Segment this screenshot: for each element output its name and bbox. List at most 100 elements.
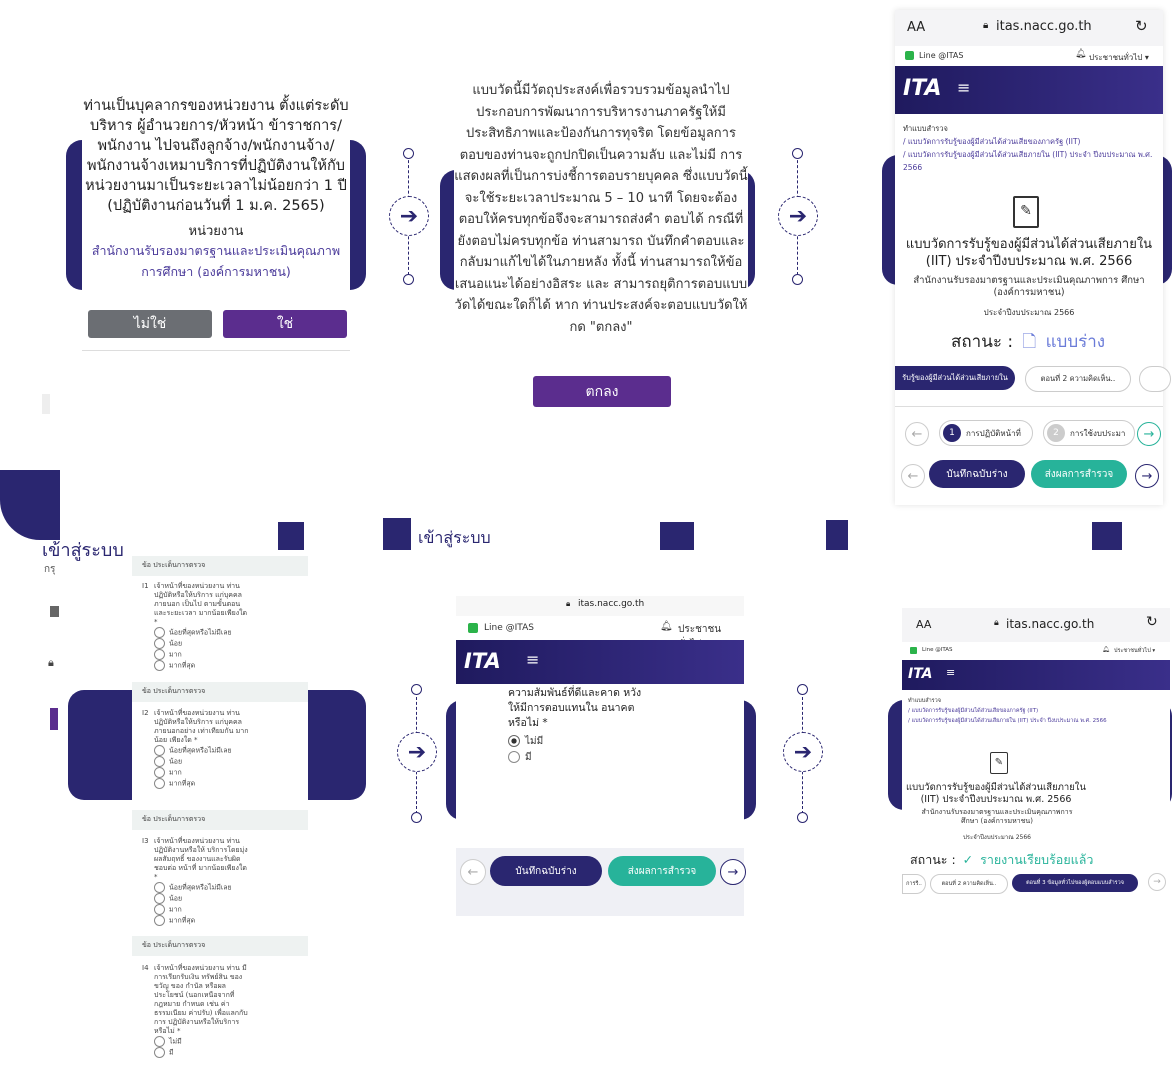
breadcrumb-root[interactable]: ทำแบบสำรวจ [908, 696, 1158, 706]
breadcrumb: ทำแบบสำรวจ / แบบวัดการรับรู้ของผู้มีส่วน… [908, 696, 1158, 726]
connector-dot [403, 148, 414, 159]
tab-part1[interactable]: รับรู้ของผู้มีส่วนได้ส่วนเสียภายใน [895, 366, 1015, 390]
tab-part3[interactable]: ตอนที่ 3 ข้อมูลทั่วไปของผู้ตอบแบบสำรวจ [1012, 874, 1138, 892]
itas-logo: ITA [908, 666, 933, 682]
divider [895, 406, 1163, 407]
no-button[interactable]: ไม่ใช่ [88, 310, 212, 338]
text-size-button[interactable]: AA [907, 20, 925, 35]
survey-phone-3: AA 🔒︎ itas.nacc.go.th ↻ Line @ITAS 🔔︎ ปร… [902, 608, 1170, 904]
menu-icon[interactable]: ≡ [946, 666, 955, 679]
back-button[interactable]: ← [901, 464, 925, 488]
url-field[interactable]: itas.nacc.go.th [578, 599, 644, 609]
login-heading-mid: เข้าสู่ระบบ [418, 528, 491, 547]
submit-button[interactable]: ส่งผลการสำรวจ [1031, 460, 1127, 488]
next-arrow-icon: ➔ [397, 732, 437, 772]
question-item: I2 เจ้าหน้าที่ของหน่วยงาน ท่าน ปฏิบัติหร… [142, 709, 252, 789]
login-button-edge[interactable] [50, 708, 58, 730]
option-none[interactable]: ไม่มี [508, 734, 543, 749]
question-item: I3 เจ้าหน้าที่ของหน่วยงาน ท่าน ปฏิบัติงา… [142, 837, 252, 926]
survey-fy: ประจำปีงบประมาณ 2566 [962, 834, 1031, 841]
text-size-button[interactable]: AA [916, 618, 931, 631]
q-header: ข้อ ประเด็นการตรวจ [132, 556, 308, 576]
bg-block [383, 518, 411, 550]
line-link[interactable]: Line @ITAS [922, 647, 953, 653]
menu-icon[interactable]: ≡ [957, 78, 970, 97]
connector-dot [403, 274, 414, 285]
itas-header: ITA ≡ [895, 66, 1163, 114]
reload-icon[interactable]: ↻ [1135, 17, 1148, 35]
q-number: I4 [142, 964, 149, 972]
status-row: สถานะ : ✓ รายงานเรียบร้อยแล้ว [910, 850, 1093, 870]
q-option[interactable]: มากที่สุด [154, 915, 252, 926]
q-option[interactable]: มากที่สุด [154, 660, 252, 671]
agency-name: สำนักงานรับรองมาตรฐานและประเมินคุณภาพ กา… [91, 243, 341, 279]
survey-phone-2: 🔒︎ itas.nacc.go.th Line @ITAS 🔔︎ ประชาชน… [456, 596, 746, 916]
breadcrumb-item[interactable]: / แบบวัดการรับรู้ของผู้มีส่วนได้ส่วนเสีย… [908, 716, 1158, 726]
status-value: รายงานเรียบร้อยแล้ว [980, 852, 1094, 867]
q-option[interactable]: น้อย [154, 638, 252, 649]
breadcrumb-item[interactable]: / แบบวัดการรับรู้ของผู้มีส่วนได้ส่วนเสีย… [903, 135, 1158, 148]
tab-part3[interactable] [1139, 366, 1171, 392]
itas-logo: ITA [464, 649, 501, 673]
public-menu[interactable]: ประชาชนทั่วไป ▾ [1114, 647, 1155, 655]
forward-button[interactable]: → [720, 859, 746, 885]
forward-button[interactable]: → [1135, 464, 1159, 488]
q-option[interactable]: มากที่สุด [154, 778, 252, 789]
q-text: ความสัมพันธ์ที่ดีและคาด หวังให้มีการตอบแ… [508, 687, 642, 729]
tab-part1[interactable]: การรี.. [902, 874, 926, 894]
connector-dot [792, 274, 803, 285]
step-performance[interactable]: 1 การปฏิบัติหน้าที่ [939, 420, 1033, 446]
login-hint: กรุ [44, 564, 56, 575]
option-yes[interactable]: มี [508, 750, 532, 765]
line-bar: Line @ITAS 🔔︎ ประชาชนทั่วไป ▾ [895, 46, 1163, 66]
breadcrumb-item[interactable]: / แบบวัดการรับรู้ของผู้มีส่วนได้ส่วนเสีย… [903, 148, 1158, 174]
ok-button[interactable]: ตกลง [533, 376, 671, 407]
submit-button[interactable]: ส่งผลการสำรวจ [608, 856, 716, 886]
url-field[interactable]: itas.nacc.go.th [1006, 617, 1094, 631]
q-option[interactable]: มาก [154, 904, 252, 915]
agency-label: หน่วยงาน [188, 224, 244, 239]
step-budget[interactable]: 2 การใช้งบประมา [1043, 420, 1135, 446]
url-field[interactable]: itas.nacc.go.th [996, 19, 1092, 34]
yes-button[interactable]: ใช่ [223, 310, 347, 338]
lock-icon: 🔒︎ [994, 618, 999, 628]
q-text: เจ้าหน้าที่ของหน่วยงาน ท่าน ปฏิบัติหรือใ… [154, 709, 249, 744]
next-step-button[interactable]: → [1137, 422, 1161, 446]
q-header: ข้อ ประเด็นการตรวจ [132, 936, 308, 956]
q-option[interactable]: น้อย [154, 893, 252, 904]
breadcrumb-root[interactable]: ทำแบบสำรวจ [903, 122, 1158, 135]
line-icon [468, 623, 478, 633]
q-option[interactable]: น้อย [154, 756, 252, 767]
tab-part2[interactable]: ตอนที่ 2 ความคิดเห็น.. [930, 874, 1008, 894]
q-option[interactable]: มาก [154, 649, 252, 660]
next-arrow-icon: ➔ [778, 196, 818, 236]
q-option[interactable]: ไม่มี [154, 1036, 252, 1047]
public-menu[interactable]: ประชาชนทั่วไป ▾ [1089, 51, 1149, 64]
user-icon [50, 606, 59, 617]
q-option[interactable]: น้อยที่สุดหรือไม่มีเลย [154, 882, 252, 893]
back-button[interactable]: ← [460, 859, 486, 885]
browser-bar: AA 🔒︎ itas.nacc.go.th ↻ [895, 10, 1163, 46]
line-link[interactable]: Line @ITAS [919, 51, 963, 60]
lock-icon: 🔒︎ [566, 599, 571, 608]
bell-icon: 🔔︎ [660, 621, 673, 632]
eligibility-panel: ท่านเป็นบุคลากรของหน่วยงาน ตั้งแต่ระดับ … [82, 88, 350, 351]
login-heading-left: เข้าสู่ระบบ [42, 540, 124, 561]
q-option[interactable]: น้อยที่สุดหรือไม่มีเลย [154, 745, 252, 756]
reload-icon[interactable]: ↻ [1146, 614, 1158, 630]
q-option[interactable]: น้อยที่สุดหรือไม่มีเลย [154, 627, 252, 638]
breadcrumb-item[interactable]: / แบบวัดการรับรู้ของผู้มีส่วนได้ส่วนเสีย… [908, 706, 1158, 716]
q-option[interactable]: มาก [154, 767, 252, 778]
itas-logo: ITA [903, 76, 942, 101]
menu-icon[interactable]: ≡ [526, 650, 539, 669]
q-header-label: ข้อ ประเด็นการตรวจ [142, 941, 206, 949]
next-tab-button[interactable]: → [1148, 873, 1166, 891]
save-draft-button[interactable]: บันทึกฉบับร่าง [490, 856, 602, 886]
save-draft-button[interactable]: บันทึกฉบับร่าง [929, 460, 1025, 488]
line-link[interactable]: Line @ITAS [484, 623, 534, 633]
question-item: I4 เจ้าหน้าที่ของหน่วยงาน ท่าน มีการเรีย… [142, 964, 252, 1058]
q-option[interactable]: มี [154, 1047, 252, 1058]
bg-block [826, 520, 848, 550]
tab-part2[interactable]: ตอนที่ 2 ความคิดเห็น.. [1025, 366, 1131, 392]
prev-step-button[interactable]: ← [905, 422, 929, 446]
